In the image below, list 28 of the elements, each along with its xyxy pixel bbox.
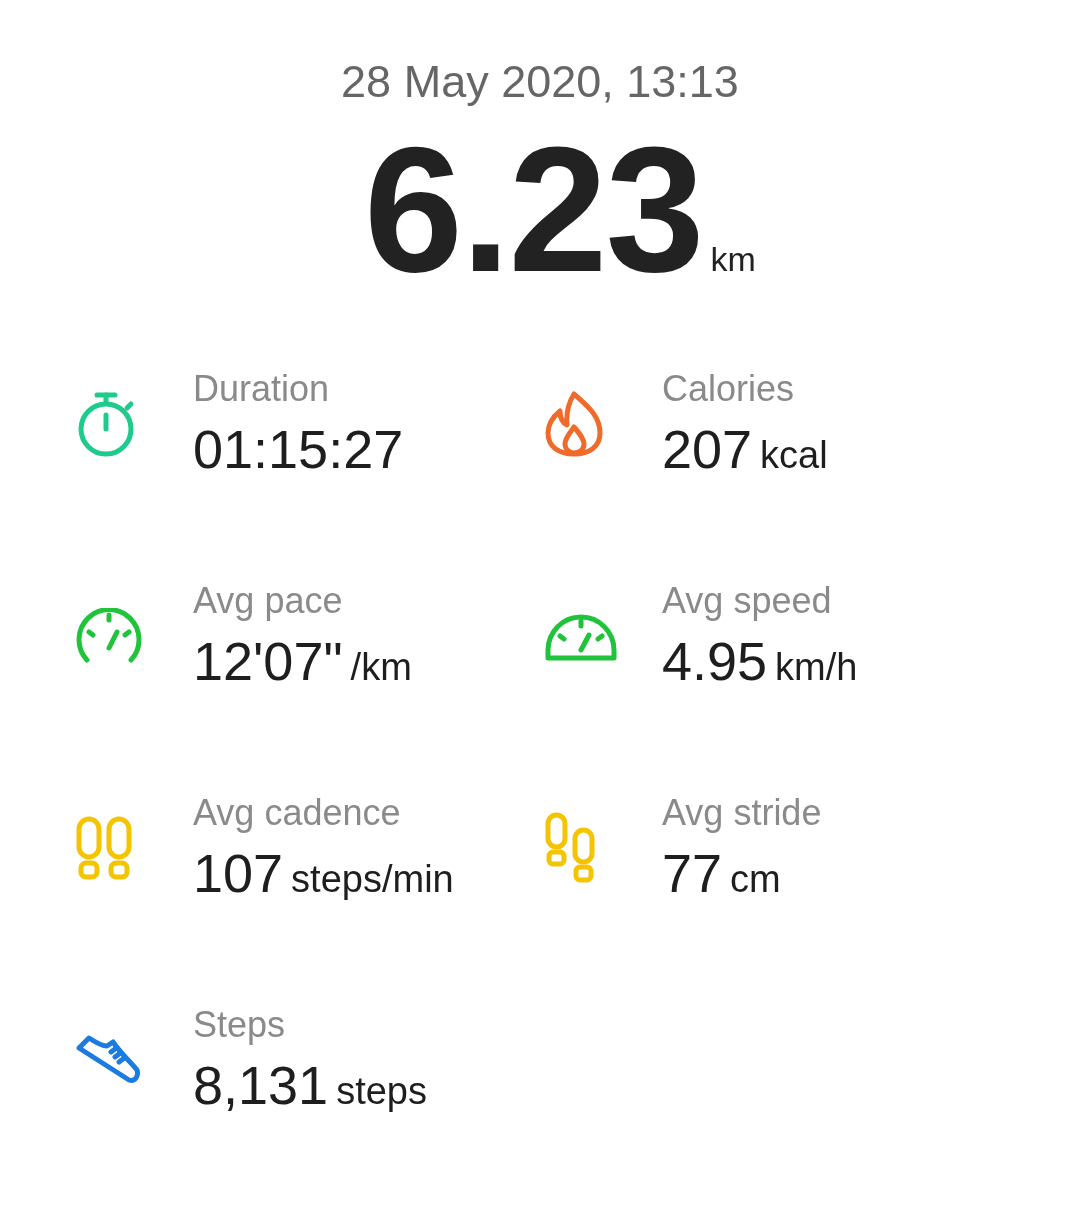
stat-value: 4.95 [662,631,768,691]
stat-label: Calories [662,369,796,409]
stat-value: 01:15:27 [193,419,404,479]
stat-label: Steps [193,1005,287,1045]
stat-label: Avg stride [662,793,822,833]
stat-label: Avg pace [193,581,344,621]
stat-label: Duration [193,369,331,409]
flame-icon [544,391,604,457]
distance-unit: km [710,240,756,279]
stat-unit: cm [730,858,781,901]
distance-value: 6.23 [364,120,703,300]
stat-value: 107 [193,843,284,903]
stat-value: 8,131 [193,1055,329,1115]
workout-date: 28 May 2020, 13:13 [340,55,740,108]
shoe-icon [75,1034,141,1086]
stat-unit: kcal [760,434,828,477]
stat-value: 77 [662,843,723,903]
stat-value: 207 [662,419,753,479]
gauge-icon [75,608,143,664]
stat-unit: steps [336,1070,427,1113]
stat-unit: steps/min [291,858,454,901]
stat-unit: km/h [775,646,858,689]
stat-value: 12'07" [193,631,343,691]
footprints-icon [544,812,596,884]
stat-unit: /km [350,646,412,689]
stat-label: Avg speed [662,581,833,621]
footprints-icon [75,815,133,881]
stat-label: Avg cadence [193,793,402,833]
